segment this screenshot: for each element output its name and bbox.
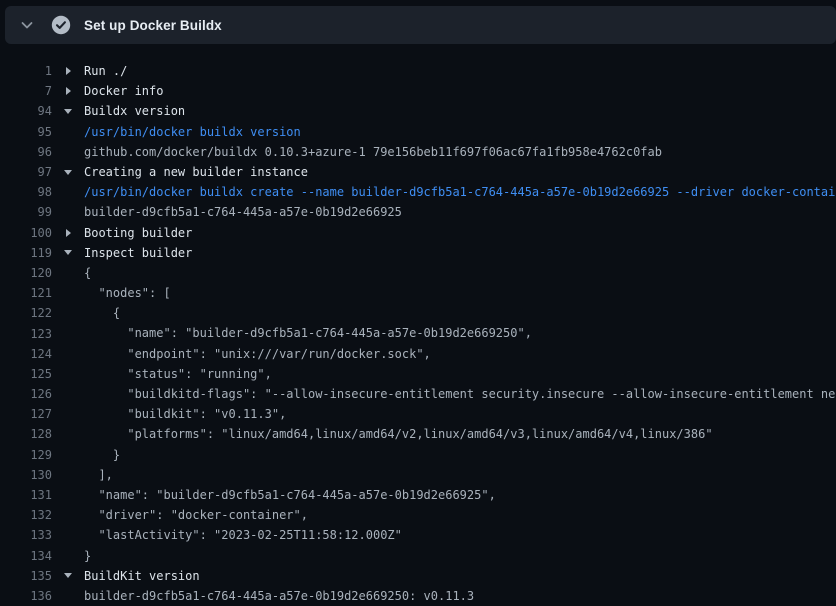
log-group-title[interactable]: BuildKit version	[84, 566, 200, 586]
log-line: 124 "endpoint": "unix:///var/run/docker.…	[0, 344, 836, 364]
log-output-text: {	[84, 263, 91, 283]
log-container: 1 Run ./ 7 Docker info 94 Buildx version…	[0, 61, 836, 606]
group-toggle-icon[interactable]	[64, 109, 72, 114]
line-number[interactable]: 136	[0, 589, 52, 603]
group-toggle-icon[interactable]	[64, 170, 72, 175]
log-output-text: "lastActivity": "2023-02-25T11:58:12.000…	[84, 525, 402, 545]
log-line[interactable]: 119 Inspect builder	[0, 243, 836, 263]
log-line[interactable]: 100 Booting builder	[0, 223, 836, 243]
log-command-text: /usr/bin/docker buildx version	[84, 122, 301, 142]
log-output-text: "status": "running",	[84, 364, 272, 384]
line-number[interactable]: 97	[0, 165, 52, 179]
log-output-text: "nodes": [	[84, 283, 171, 303]
line-number[interactable]: 99	[0, 205, 52, 219]
group-toggle-icon[interactable]	[66, 87, 71, 95]
line-number[interactable]: 121	[0, 286, 52, 300]
line-number[interactable]: 94	[0, 104, 52, 118]
line-number[interactable]: 100	[0, 226, 52, 240]
log-line: 99 builder-d9cfb5a1-c764-445a-a57e-0b19d…	[0, 202, 836, 222]
group-toggle-icon[interactable]	[66, 67, 71, 75]
line-number[interactable]: 98	[0, 185, 52, 199]
log-line: 131 "name": "builder-d9cfb5a1-c764-445a-…	[0, 485, 836, 505]
line-number[interactable]: 127	[0, 407, 52, 421]
line-number[interactable]: 119	[0, 246, 52, 260]
log-output-text: "name": "builder-d9cfb5a1-c764-445a-a57e…	[84, 323, 532, 343]
log-line: 120 {	[0, 263, 836, 283]
log-line: 132 "driver": "docker-container",	[0, 505, 836, 525]
log-line: 133 "lastActivity": "2023-02-25T11:58:12…	[0, 525, 836, 545]
log-command-text: /usr/bin/docker buildx create --name bui…	[84, 182, 836, 202]
line-number[interactable]: 134	[0, 549, 52, 563]
log-group-title[interactable]: Inspect builder	[84, 243, 192, 263]
log-line[interactable]: 7 Docker info	[0, 81, 836, 101]
log-output-text: {	[84, 303, 120, 323]
line-number[interactable]: 132	[0, 508, 52, 522]
log-group-title[interactable]: Booting builder	[84, 223, 192, 243]
log-line: 130 ],	[0, 465, 836, 485]
log-output-text: "endpoint": "unix:///var/run/docker.sock…	[84, 344, 431, 364]
log-output-text: "platforms": "linux/amd64,linux/amd64/v2…	[84, 424, 713, 444]
log-line[interactable]: 94 Buildx version	[0, 101, 836, 121]
line-number[interactable]: 126	[0, 387, 52, 401]
step-title: Set up Docker Buildx	[84, 18, 222, 33]
log-output-text: "buildkit": "v0.11.3",	[84, 404, 286, 424]
log-line[interactable]: 1 Run ./	[0, 61, 836, 81]
check-circle-icon	[51, 15, 71, 35]
line-number[interactable]: 133	[0, 528, 52, 542]
group-toggle-icon[interactable]	[66, 229, 71, 237]
log-group-title[interactable]: Docker info	[84, 81, 163, 101]
log-group-title[interactable]: Creating a new builder instance	[84, 162, 308, 182]
group-toggle-icon[interactable]	[64, 573, 72, 578]
line-number[interactable]: 124	[0, 347, 52, 361]
log-output-text: }	[84, 546, 91, 566]
log-line: 126 "buildkitd-flags": "--allow-insecure…	[0, 384, 836, 404]
line-number[interactable]: 131	[0, 488, 52, 502]
log-output-text: "driver": "docker-container",	[84, 505, 308, 525]
line-number[interactable]: 123	[0, 327, 52, 341]
log-line: 95 /usr/bin/docker buildx version	[0, 122, 836, 142]
line-number[interactable]: 122	[0, 306, 52, 320]
line-number[interactable]: 96	[0, 145, 52, 159]
log-output-text: "name": "builder-d9cfb5a1-c764-445a-a57e…	[84, 485, 496, 505]
group-toggle-icon[interactable]	[64, 250, 72, 255]
log-line: 134 }	[0, 546, 836, 566]
log-line: 127 "buildkit": "v0.11.3",	[0, 404, 836, 424]
log-line: 122 {	[0, 303, 836, 323]
log-output-text: builder-d9cfb5a1-c764-445a-a57e-0b19d2e6…	[84, 586, 474, 606]
log-line: 129 }	[0, 445, 836, 465]
log-line: 96 github.com/docker/buildx 0.10.3+azure…	[0, 142, 836, 162]
log-line: 98 /usr/bin/docker buildx create --name …	[0, 182, 836, 202]
line-number[interactable]: 95	[0, 125, 52, 139]
log-output-text: }	[84, 445, 120, 465]
log-output-text: ],	[84, 465, 113, 485]
log-output-text: builder-d9cfb5a1-c764-445a-a57e-0b19d2e6…	[84, 202, 402, 222]
line-number[interactable]: 7	[0, 84, 52, 98]
line-number[interactable]: 1	[0, 64, 52, 78]
log-group-title[interactable]: Run ./	[84, 61, 127, 81]
line-number[interactable]: 120	[0, 266, 52, 280]
log-line: 123 "name": "builder-d9cfb5a1-c764-445a-…	[0, 323, 836, 343]
log-line: 125 "status": "running",	[0, 364, 836, 384]
chevron-down-icon[interactable]	[19, 17, 35, 33]
line-number[interactable]: 130	[0, 468, 52, 482]
log-output-text: github.com/docker/buildx 0.10.3+azure-1 …	[84, 142, 662, 162]
line-number[interactable]: 128	[0, 427, 52, 441]
log-line: 121 "nodes": [	[0, 283, 836, 303]
log-output-text: "buildkitd-flags": "--allow-insecure-ent…	[84, 384, 836, 404]
step-header[interactable]: Set up Docker Buildx	[5, 6, 836, 44]
line-number[interactable]: 129	[0, 448, 52, 462]
log-line: 136 builder-d9cfb5a1-c764-445a-a57e-0b19…	[0, 586, 836, 606]
log-line[interactable]: 97 Creating a new builder instance	[0, 162, 836, 182]
log-line: 128 "platforms": "linux/amd64,linux/amd6…	[0, 424, 836, 444]
log-group-title[interactable]: Buildx version	[84, 101, 185, 121]
line-number[interactable]: 125	[0, 367, 52, 381]
line-number[interactable]: 135	[0, 569, 52, 583]
log-line[interactable]: 135 BuildKit version	[0, 566, 836, 586]
